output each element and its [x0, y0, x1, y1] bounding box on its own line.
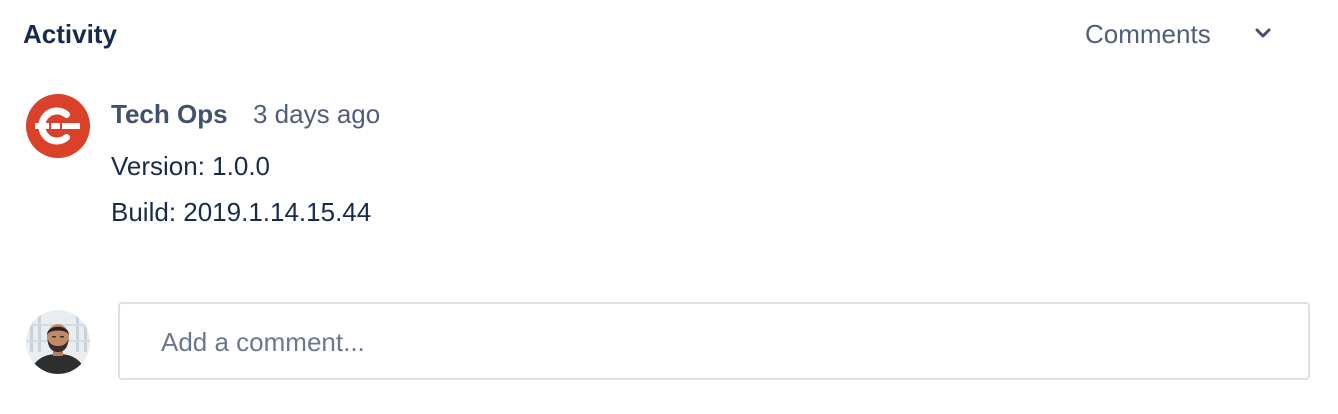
activity-header: Activity Comments [0, 0, 1338, 68]
activity-entry: Tech Ops 3 days ago Version: 1.0.0 Build… [0, 90, 1338, 240]
user-avatar[interactable] [26, 310, 90, 374]
activity-filter-dropdown[interactable]: Comments [1070, 14, 1300, 54]
comment-timestamp[interactable]: 3 days ago [253, 98, 380, 130]
comment-input[interactable]: Add a comment... [118, 302, 1310, 380]
activity-filter-label[interactable]: Comments [1085, 18, 1211, 50]
comment-body-line: Version: 1.0.0 [111, 151, 270, 181]
chevron-down-icon[interactable] [1254, 26, 1272, 42]
comment-body-line: Build: 2019.1.14.15.44 [111, 197, 372, 227]
activity-title: Activity [23, 19, 117, 49]
comment-composer: Add a comment... [0, 296, 1338, 396]
comment-input-placeholder[interactable]: Add a comment... [161, 326, 365, 358]
comment-author[interactable]: Tech Ops [111, 98, 228, 130]
ci-bot-logo-icon[interactable] [26, 94, 90, 158]
